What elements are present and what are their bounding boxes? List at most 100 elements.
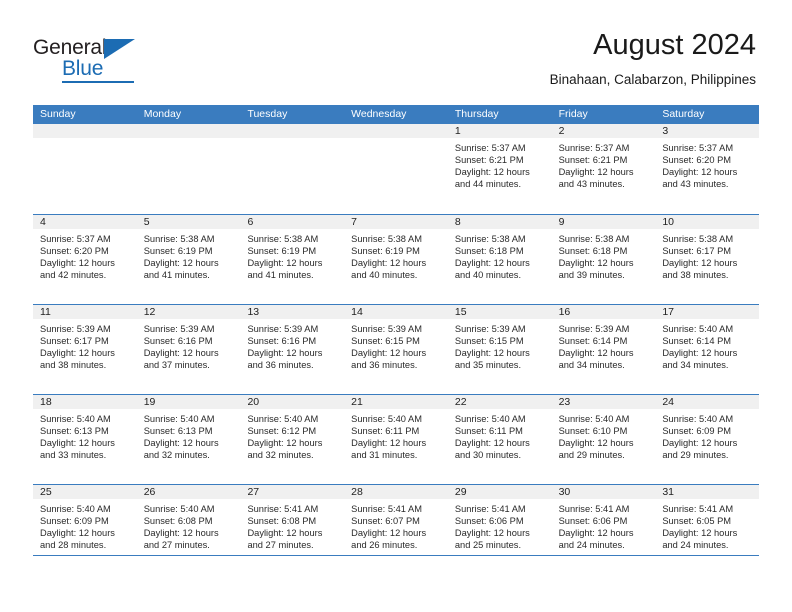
day-detail-line: Sunset: 6:09 PM [662, 426, 732, 437]
day-cell-26[interactable]: 26 Sunrise: 5:40 AM Sunset: 6:08 PM Dayligh… [136, 485, 241, 574]
day-detail-line: Daylight: 12 hours [351, 528, 427, 539]
day-details: Sunrise: 5:41 AM Sunset: 6:05 PM Daylight:… [655, 499, 759, 551]
day-detail-line: Sunrise: 5:37 AM [662, 143, 734, 153]
day-detail-line: Sunrise: 5:38 AM [454, 234, 526, 244]
day-cell-4[interactable]: 4 Sunrise: 5:37 AM Sunset: 6:20 PM Daylight… [33, 215, 137, 304]
day-cell-6[interactable]: 6 Sunrise: 5:38 AM Sunset: 6:19 PM Daylight… [240, 215, 345, 304]
day-detail-line: Daylight: 12 hours [40, 258, 115, 269]
day-number: 30 [551, 485, 656, 499]
day-detail-line: Sunset: 6:16 PM [143, 336, 213, 347]
day-detail-line: Daylight: 12 hours [454, 258, 530, 269]
day-detail-line: Sunrise: 5:40 AM [558, 414, 630, 424]
day-cell-14[interactable]: 14 Sunrise: 5:39 AM Sunset: 6:15 PM Dayligh… [344, 305, 448, 394]
day-number [240, 124, 345, 138]
day-detail-line: Daylight: 12 hours [662, 528, 738, 539]
day-details: Sunrise: 5:41 AM Sunset: 6:06 PM Daylight:… [552, 499, 656, 551]
day-detail-line: Sunrise: 5:41 AM [247, 504, 319, 514]
day-detail-line: Sunset: 6:13 PM [143, 426, 213, 437]
day-detail-line: Daylight: 12 hours [662, 348, 738, 359]
logo-text-blue: Blue [62, 57, 104, 80]
day-detail-line: Sunrise: 5:40 AM [40, 504, 111, 514]
day-number: 10 [655, 215, 760, 229]
day-number [33, 124, 137, 138]
day-details: Sunrise: 5:40 AM Sunset: 6:09 PM Daylight:… [655, 409, 759, 461]
day-cell-25[interactable]: 25 Sunrise: 5:40 AM Sunset: 6:09 PM Dayligh… [33, 485, 137, 574]
day-detail-line: and 27 minutes. [143, 540, 210, 551]
day-detail-line: and 28 minutes. [40, 540, 107, 551]
day-cell-7[interactable]: 7 Sunrise: 5:38 AM Sunset: 6:19 PM Daylight… [344, 215, 448, 304]
logo-triangle-icon [104, 39, 135, 59]
day-cell-3[interactable]: 3 Sunrise: 5:37 AM Sunset: 6:20 PM Daylight… [655, 124, 760, 214]
day-cell-23[interactable]: 23 Sunrise: 5:40 AM Sunset: 6:10 PM Dayligh… [551, 395, 656, 484]
page-title: August 2024 [593, 29, 756, 61]
day-number [344, 124, 448, 138]
day-detail-line: and 36 minutes. [247, 360, 314, 371]
day-details: Sunrise: 5:37 AM Sunset: 6:21 PM Daylight:… [552, 138, 656, 190]
day-cell-28[interactable]: 28 Sunrise: 5:41 AM Sunset: 6:07 PM Dayligh… [344, 485, 448, 574]
day-details: Sunrise: 5:39 AM Sunset: 6:16 PM Daylight:… [137, 319, 241, 371]
day-detail-line: Sunset: 6:06 PM [558, 516, 628, 527]
day-detail-line: Daylight: 12 hours [454, 438, 530, 449]
day-detail-line: Sunset: 6:12 PM [247, 426, 317, 437]
day-number: 6 [240, 215, 345, 229]
day-details: Sunrise: 5:38 AM Sunset: 6:19 PM Daylight:… [344, 229, 448, 281]
day-detail-line: Sunrise: 5:41 AM [558, 504, 630, 514]
day-detail-line: and 36 minutes. [351, 360, 418, 371]
day-detail-line: Sunrise: 5:38 AM [558, 234, 630, 244]
day-cell-24[interactable]: 24 Sunrise: 5:40 AM Sunset: 6:09 PM Dayligh… [655, 395, 760, 484]
day-detail-line: Sunset: 6:17 PM [662, 246, 732, 257]
day-detail-line: Daylight: 12 hours [558, 258, 634, 269]
day-cell-22[interactable]: 22 Sunrise: 5:40 AM Sunset: 6:11 PM Dayligh… [447, 395, 552, 484]
day-number: 24 [655, 395, 760, 409]
day-detail-line: Daylight: 12 hours [351, 438, 427, 449]
day-detail-line: and 31 minutes. [351, 450, 418, 461]
day-cell-2[interactable]: 2 Sunrise: 5:37 AM Sunset: 6:21 PM Daylight… [551, 124, 656, 214]
day-cell-10[interactable]: 10 Sunrise: 5:38 AM Sunset: 6:17 PM Dayligh… [655, 215, 760, 304]
day-detail-line: Sunrise: 5:38 AM [351, 234, 422, 244]
day-cell-21[interactable]: 21 Sunrise: 5:40 AM Sunset: 6:11 PM Dayligh… [344, 395, 448, 484]
day-number: 9 [551, 215, 656, 229]
day-cell-11[interactable]: 11 Sunrise: 5:39 AM Sunset: 6:17 PM Dayligh… [33, 305, 137, 394]
day-detail-line: Sunset: 6:05 PM [662, 516, 732, 527]
day-cell-1[interactable]: 1 Sunrise: 5:37 AM Sunset: 6:21 PM Daylight… [447, 124, 552, 214]
day-detail-line: Sunset: 6:06 PM [454, 516, 524, 527]
day-cell-15[interactable]: 15 Sunrise: 5:39 AM Sunset: 6:15 PM Dayligh… [447, 305, 552, 394]
day-detail-line: Daylight: 12 hours [351, 348, 427, 359]
day-details: Sunrise: 5:39 AM Sunset: 6:16 PM Daylight:… [240, 319, 344, 371]
day-detail-line: Sunrise: 5:41 AM [662, 504, 734, 514]
day-detail-line: Sunrise: 5:39 AM [351, 324, 422, 334]
calendar-week-row: 18 Sunrise: 5:40 AM Sunset: 6:13 PM Dayligh… [33, 394, 760, 484]
page-subtitle: Binahaan, Calabarzon, Philippines [549, 72, 756, 87]
weekday-header-tuesday: Tuesday [247, 108, 288, 120]
day-number: 31 [655, 485, 760, 499]
day-cell-13[interactable]: 13 Sunrise: 5:39 AM Sunset: 6:16 PM Dayligh… [240, 305, 345, 394]
day-cell-27[interactable]: 27 Sunrise: 5:41 AM Sunset: 6:08 PM Dayligh… [240, 485, 345, 574]
day-cell-12[interactable]: 12 Sunrise: 5:39 AM Sunset: 6:16 PM Dayligh… [136, 305, 241, 394]
day-cell-19[interactable]: 19 Sunrise: 5:40 AM Sunset: 6:13 PM Dayligh… [136, 395, 241, 484]
day-detail-line: Sunrise: 5:38 AM [662, 234, 734, 244]
day-cell-31[interactable]: 31 Sunrise: 5:41 AM Sunset: 6:05 PM Dayligh… [655, 485, 760, 574]
day-details: Sunrise: 5:38 AM Sunset: 6:18 PM Daylight:… [552, 229, 656, 281]
day-cell-9[interactable]: 9 Sunrise: 5:38 AM Sunset: 6:18 PM Daylight… [551, 215, 656, 304]
day-detail-line: Sunset: 6:17 PM [40, 336, 109, 347]
day-cell-17[interactable]: 17 Sunrise: 5:40 AM Sunset: 6:14 PM Dayligh… [655, 305, 760, 394]
day-cell-29[interactable]: 29 Sunrise: 5:41 AM Sunset: 6:06 PM Dayligh… [447, 485, 552, 574]
day-detail-line: and 25 minutes. [454, 540, 522, 551]
day-details: Sunrise: 5:40 AM Sunset: 6:09 PM Daylight:… [33, 499, 137, 551]
day-number: 29 [447, 485, 552, 499]
day-number: 26 [136, 485, 241, 499]
day-number: 27 [240, 485, 345, 499]
day-detail-line: Daylight: 12 hours [454, 528, 530, 539]
day-detail-line: and 34 minutes. [662, 360, 729, 371]
day-detail-line: Sunrise: 5:39 AM [40, 324, 111, 334]
day-detail-line: and 41 minutes. [143, 270, 210, 281]
day-details: Sunrise: 5:41 AM Sunset: 6:06 PM Daylight:… [448, 499, 552, 551]
day-cell-18[interactable]: 18 Sunrise: 5:40 AM Sunset: 6:13 PM Dayligh… [33, 395, 137, 484]
day-cell-5[interactable]: 5 Sunrise: 5:38 AM Sunset: 6:19 PM Daylight… [136, 215, 241, 304]
title-block: August 2024 Binahaan, Calabarzon, Philip… [550, 28, 756, 89]
day-cell-8[interactable]: 8 Sunrise: 5:38 AM Sunset: 6:18 PM Daylight… [447, 215, 552, 304]
day-cell-30[interactable]: 30 Sunrise: 5:41 AM Sunset: 6:06 PM Dayligh… [551, 485, 656, 574]
day-number: 17 [655, 305, 760, 319]
day-cell-20[interactable]: 20 Sunrise: 5:40 AM Sunset: 6:12 PM Dayligh… [240, 395, 345, 484]
day-cell-16[interactable]: 16 Sunrise: 5:39 AM Sunset: 6:14 PM Dayligh… [551, 305, 656, 394]
